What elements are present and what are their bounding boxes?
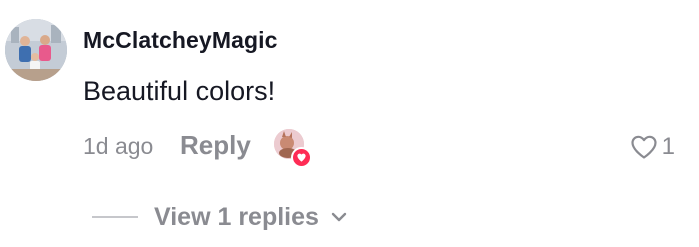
like-button[interactable]: 1	[630, 132, 675, 162]
avatar-photo	[5, 19, 67, 81]
comment-text: Beautiful colors!	[83, 76, 276, 106]
view-replies-label[interactable]: View 1 replies	[154, 203, 319, 232]
reply-button[interactable]: Reply	[180, 130, 251, 161]
comment-item: McClatcheyMagic Beautiful colors! 1d ago…	[0, 0, 699, 247]
comment-timestamp: 1d ago	[83, 133, 154, 159]
user-avatar[interactable]	[5, 19, 67, 81]
heart-icon	[291, 147, 312, 168]
comment-username[interactable]: McClatcheyMagic	[83, 27, 278, 54]
comment-actions: 1d ago Reply	[83, 128, 683, 168]
heart-outline-icon[interactable]	[630, 134, 658, 160]
replies-divider	[92, 216, 138, 218]
like-count: 1	[661, 133, 675, 160]
creator-liked-indicator	[274, 129, 312, 168]
view-replies-button[interactable]: View 1 replies	[92, 199, 347, 235]
chevron-down-icon[interactable]	[331, 212, 347, 222]
